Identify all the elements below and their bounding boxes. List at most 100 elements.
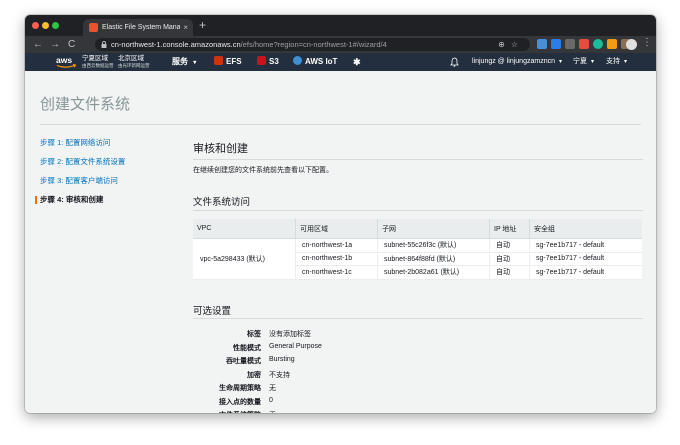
table-header-row: VPC 可用区域 子网 IP 地址 安全组 bbox=[193, 219, 642, 239]
extension-icon[interactable] bbox=[593, 39, 603, 49]
wizard-steps: 步骤 1: 配置网络访问 步骤 2: 配置文件系统设置 步骤 3: 配置客户端访… bbox=[35, 139, 180, 215]
setting-value: General Purpose bbox=[269, 342, 322, 350]
table-row: vpc-5a298433 (默认) cn-northwest-1a subnet… bbox=[193, 238, 642, 280]
page-title: 创建文件系统 bbox=[40, 96, 131, 113]
region-beijing-name: 北京区域 bbox=[118, 55, 144, 62]
address-bar[interactable]: cn-northwest-1.console.amazonaws.cn/efs/… bbox=[95, 38, 530, 51]
chevron-down-icon: ▾ bbox=[590, 59, 594, 65]
setting-key: 生命周期策略 bbox=[219, 385, 261, 392]
s3-icon bbox=[257, 56, 266, 65]
setting-row: 生命周期策略 无 bbox=[193, 383, 643, 397]
browser-tab[interactable]: Elastic File System Manageme × bbox=[83, 19, 193, 36]
efs-shortcut[interactable]: EFS bbox=[214, 53, 242, 71]
access-table: VPC 可用区域 子网 IP 地址 安全组 vpc-5a298433 (默认) … bbox=[193, 219, 642, 280]
subnet-cell: subnet-55c26f3c (默认) bbox=[377, 238, 490, 253]
efs-icon bbox=[214, 56, 223, 65]
vpc-cell: vpc-5a298433 (默认) bbox=[193, 238, 296, 280]
iot-icon bbox=[293, 56, 302, 65]
region-beijing-sub: 由光环新网运营 bbox=[118, 63, 150, 68]
region-ningxia[interactable]: 宁夏区域 由西云数据运营 bbox=[82, 55, 114, 69]
setting-value: 无 bbox=[269, 385, 276, 392]
chevron-down-icon: ▾ bbox=[193, 60, 197, 66]
back-button[interactable]: ← bbox=[33, 38, 43, 51]
step-2-link[interactable]: 步骤 2: 配置文件系统设置 bbox=[40, 158, 180, 166]
setting-key: 标签 bbox=[247, 331, 261, 338]
ip-cell: 自动 bbox=[489, 265, 530, 280]
chevron-down-icon: ▾ bbox=[623, 59, 627, 65]
extension-icon[interactable] bbox=[551, 39, 561, 49]
services-label: 服务 bbox=[172, 57, 188, 66]
iot-label: AWS IoT bbox=[305, 57, 338, 66]
new-tab-button[interactable]: + bbox=[199, 18, 206, 33]
efs-favicon-icon bbox=[89, 23, 98, 32]
column-header: VPC bbox=[193, 219, 296, 239]
optional-divider bbox=[193, 318, 643, 319]
profile-avatar[interactable] bbox=[626, 39, 637, 50]
extension-icon[interactable] bbox=[579, 39, 589, 49]
zoom-and-bookmark-icon[interactable]: ⊕☆ bbox=[498, 38, 524, 51]
optional-settings: 标签 没有添加标签 性能模式 General Purpose 吞吐量模式 Bur… bbox=[193, 329, 643, 413]
ip-cell: 自动 bbox=[489, 238, 530, 253]
support-menu[interactable]: 支持 ▾ bbox=[606, 53, 627, 71]
region-label: 宁夏 bbox=[573, 58, 587, 65]
setting-row: 标签 没有添加标签 bbox=[193, 329, 643, 343]
subnet-cell: subnet-2b082a61 (默认) bbox=[377, 265, 490, 280]
access-heading: 文件系统访问 bbox=[193, 197, 251, 208]
step-1-link[interactable]: 步骤 1: 配置网络访问 bbox=[40, 139, 180, 147]
security-group-cell: sg-7ee1b717 - default bbox=[529, 252, 642, 266]
url-host: cn-northwest-1.console.amazonaws.cn bbox=[111, 40, 241, 49]
intro-text: 在继续创建您的文件系统前先查看以下配置。 bbox=[193, 167, 333, 174]
efs-label: EFS bbox=[226, 57, 242, 66]
tab-strip: Elastic File System Manageme × + bbox=[25, 15, 656, 36]
tab-close-icon[interactable]: × bbox=[183, 19, 188, 36]
menu-icon[interactable]: ⋮ bbox=[642, 37, 652, 48]
security-group-cell: sg-7ee1b717 - default bbox=[529, 238, 642, 253]
setting-value: 无 bbox=[269, 410, 276, 413]
setting-value: 没有添加标签 bbox=[269, 331, 311, 338]
az-cell: cn-northwest-1b bbox=[295, 252, 378, 266]
account-label: linjungz @ linjungzamzncn bbox=[472, 58, 555, 65]
security-group-cell: sg-7ee1b717 - default bbox=[529, 265, 642, 280]
review-heading: 审核和创建 bbox=[193, 143, 248, 155]
setting-key: 性能模式 bbox=[233, 344, 261, 352]
setting-key: 加密 bbox=[247, 371, 261, 379]
setting-key: 文件系统策略 bbox=[219, 410, 261, 413]
reload-button[interactable]: C bbox=[68, 38, 75, 51]
pin-icon[interactable]: ✱ bbox=[353, 53, 361, 71]
account-menu[interactable]: linjungz @ linjungzamzncn ▾ bbox=[472, 53, 562, 71]
s3-shortcut[interactable]: S3 bbox=[257, 53, 279, 71]
chevron-down-icon: ▾ bbox=[558, 59, 562, 65]
setting-key: 吞吐量模式 bbox=[226, 358, 261, 365]
region-ningxia-name: 宁夏区域 bbox=[82, 55, 108, 62]
extension-icon[interactable] bbox=[565, 39, 575, 49]
column-header: 子网 bbox=[377, 219, 490, 239]
extension-icon[interactable] bbox=[537, 39, 547, 49]
services-menu[interactable]: 服务 ▾ bbox=[172, 53, 196, 72]
forward-button[interactable]: → bbox=[50, 38, 60, 51]
close-window-button[interactable] bbox=[32, 22, 39, 29]
tab-title: Elastic File System Manageme bbox=[102, 24, 180, 31]
setting-row: 文件系统策略 无 bbox=[193, 410, 643, 413]
title-divider bbox=[40, 124, 641, 125]
setting-value: 不支持 bbox=[269, 371, 290, 379]
heading-divider bbox=[193, 159, 643, 160]
setting-row: 加密 不支持 bbox=[193, 370, 643, 384]
setting-row: 接入点的数量 0 bbox=[193, 397, 643, 411]
az-cell: cn-northwest-1c bbox=[295, 265, 378, 280]
column-header: 可用区域 bbox=[295, 219, 378, 239]
extension-icon[interactable] bbox=[607, 39, 617, 49]
url-text: cn-northwest-1.console.amazonaws.cn/efs/… bbox=[111, 38, 387, 51]
iot-shortcut[interactable]: AWS IoT bbox=[293, 53, 337, 71]
setting-value: 0 bbox=[269, 396, 273, 404]
maximize-window-button[interactable] bbox=[52, 22, 59, 29]
aws-logo-icon[interactable]: aws bbox=[55, 55, 77, 69]
aws-nav-bar: aws 宁夏区域 由西云数据运营 北京区域 由光环新网运营 服务 ▾ EFS S… bbox=[25, 53, 656, 71]
optional-heading: 可选设置 bbox=[193, 306, 232, 317]
step-3-link[interactable]: 步骤 3: 配置客户端访问 bbox=[40, 177, 180, 185]
region-menu[interactable]: 宁夏 ▾ bbox=[573, 53, 594, 71]
setting-row: 吞吐量模式 Bursting bbox=[193, 356, 643, 370]
subnet-cell: subnet-864f88fd (默认) bbox=[377, 252, 490, 266]
region-beijing[interactable]: 北京区域 由光环新网运营 bbox=[118, 55, 150, 69]
bell-icon[interactable] bbox=[450, 57, 459, 67]
minimize-window-button[interactable] bbox=[42, 22, 49, 29]
